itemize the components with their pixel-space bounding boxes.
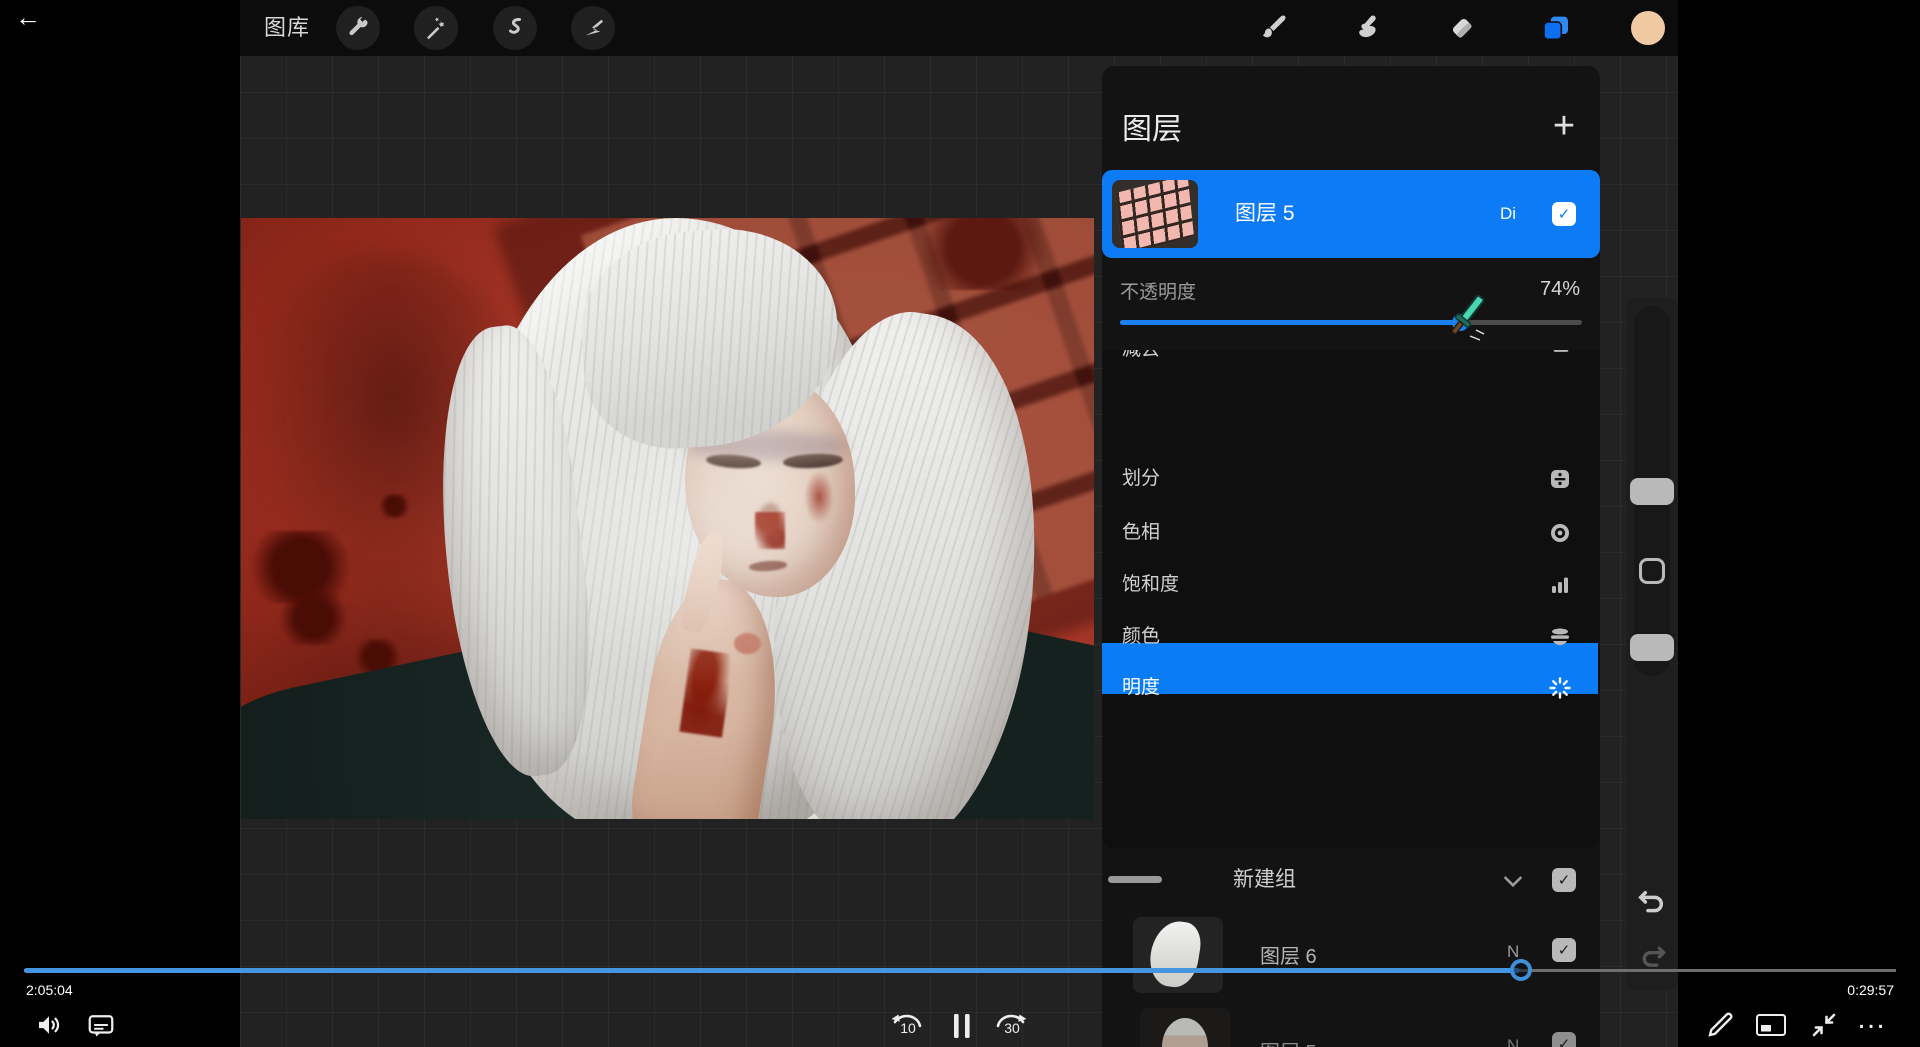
layer-thumbnail-art — [1162, 1018, 1208, 1047]
video-player: 图库 — [0, 0, 1920, 1047]
layer-thumbnail-art — [1146, 918, 1204, 991]
group-name: 新建组 — [1233, 852, 1296, 908]
layer-name: 图层 5 — [1260, 1036, 1317, 1047]
color-blend-icon — [1548, 625, 1572, 649]
procreate-toolbar: 图库 — [240, 0, 1678, 56]
blend-row-hue[interactable]: 色相 — [1102, 507, 1600, 558]
blend-mode-badge[interactable]: Di — [1500, 170, 1516, 258]
sword-cursor-icon — [1440, 290, 1492, 346]
hue-icon — [1548, 521, 1572, 545]
opacity-label: 不透明度 — [1120, 277, 1196, 304]
modify-button[interactable] — [1639, 558, 1665, 584]
forward-30-button[interactable]: 30 — [990, 1006, 1034, 1046]
group-visibility-checkbox[interactable]: ✓ — [1552, 868, 1576, 892]
forward-30-label: 30 — [990, 1020, 1034, 1036]
blend-mode-list: 减去 划分 色相 — [1102, 350, 1600, 848]
color-swatch-button[interactable] — [1626, 6, 1670, 50]
blend-row-color[interactable]: 颜色 — [1102, 611, 1600, 662]
opacity-slider[interactable] — [1120, 320, 1582, 325]
wrench-icon — [346, 16, 370, 40]
add-layer-button[interactable]: + — [1542, 106, 1586, 150]
transform-button[interactable] — [571, 6, 615, 50]
chevron-down-icon[interactable] — [1500, 868, 1526, 894]
layer-name: 图层 6 — [1260, 940, 1317, 969]
layer-thumbnail-art — [1116, 180, 1194, 248]
layers-panel: 图层 + 图层 5 Di ✓ 不透明度 74% — [1102, 66, 1600, 1047]
transform-arrow-icon — [582, 17, 604, 39]
layer-row[interactable]: 图层 6 N ✓ — [1102, 914, 1600, 994]
exit-fullscreen-button[interactable] — [1804, 1006, 1844, 1044]
seek-bar[interactable] — [24, 968, 1896, 973]
group-drag-pill — [1108, 876, 1162, 883]
gallery-button[interactable]: 图库 — [264, 0, 310, 56]
opacity-slider-fill — [1120, 320, 1460, 325]
seek-bar-progress — [24, 968, 1520, 973]
blend-row-luminosity[interactable]: 明度 — [1102, 662, 1600, 713]
layer-row-selected[interactable]: 图层 5 Di ✓ — [1102, 170, 1600, 258]
brush-icon — [1258, 13, 1288, 43]
adjustments-wand-button[interactable] — [414, 6, 458, 50]
opacity-value: 74% — [1540, 278, 1580, 301]
pip-button[interactable] — [1750, 1006, 1792, 1044]
eraser-icon — [1447, 13, 1477, 43]
seek-playhead[interactable] — [1510, 959, 1532, 981]
undo-button[interactable] — [1636, 886, 1668, 918]
actions-wrench-button[interactable] — [336, 6, 380, 50]
layer-visibility-checkbox[interactable]: ✓ — [1552, 1032, 1576, 1047]
active-color-swatch — [1631, 11, 1665, 45]
luminosity-icon — [1548, 676, 1572, 700]
magic-wand-icon — [424, 16, 448, 40]
selection-s-icon — [503, 16, 527, 40]
saturation-icon — [1548, 573, 1572, 597]
layer-visibility-checkbox[interactable]: ✓ — [1552, 938, 1576, 962]
note-pencil-button[interactable] — [1700, 1006, 1740, 1044]
blend-mode-badge[interactable]: N — [1507, 1036, 1519, 1047]
brush-size-knob[interactable] — [1630, 478, 1674, 505]
layer-thumbnail — [1133, 917, 1223, 993]
volume-button[interactable] — [30, 1008, 68, 1042]
subtract-icon — [1550, 350, 1572, 361]
divide-icon — [1548, 467, 1572, 491]
artwork-canvas[interactable] — [241, 218, 1094, 819]
layer-name: 图层 5 — [1235, 170, 1295, 258]
layer-row[interactable]: 图层 5 N ✓ — [1102, 1004, 1600, 1047]
video-content-procreate[interactable]: 图库 — [240, 0, 1678, 1047]
layers-icon — [1540, 12, 1572, 44]
pause-button[interactable] — [944, 1008, 980, 1044]
art-blood-splatter — [275, 591, 352, 645]
layers-panel-button[interactable] — [1534, 6, 1578, 50]
blend-row-divide[interactable]: 划分 — [1102, 453, 1600, 504]
elapsed-time: 2:05:04 — [26, 982, 73, 998]
smudge-finger-icon — [1353, 13, 1383, 43]
smudge-tool-button[interactable] — [1346, 6, 1390, 50]
layer-group-row[interactable]: 新建组 ✓ — [1102, 852, 1600, 908]
art-blood-splatter — [377, 494, 411, 518]
selection-button[interactable] — [493, 6, 537, 50]
blend-row-saturation[interactable]: 饱和度 — [1102, 559, 1600, 610]
art-blood-splatter — [906, 218, 1060, 290]
more-options-button[interactable]: … — [1850, 1000, 1894, 1038]
rewind-10-label: 10 — [886, 1020, 930, 1036]
remaining-time: 0:29:57 — [1847, 982, 1894, 998]
layer-thumbnail — [1140, 1008, 1230, 1047]
rewind-10-button[interactable]: 10 — [886, 1006, 930, 1046]
brush-tool-button[interactable] — [1251, 6, 1295, 50]
eraser-tool-button[interactable] — [1440, 6, 1484, 50]
blend-row-subtract[interactable]: 减去 — [1102, 350, 1600, 375]
procreate-sidebar — [1626, 298, 1678, 990]
layer-visibility-checkbox[interactable]: ✓ — [1552, 202, 1576, 226]
art-light-glow — [497, 398, 881, 699]
layers-panel-title: 图层 — [1122, 104, 1182, 148]
back-button[interactable]: ← — [10, 2, 46, 34]
brush-opacity-knob[interactable] — [1630, 634, 1674, 661]
subtitles-button[interactable] — [82, 1008, 120, 1042]
layer-thumbnail — [1112, 180, 1198, 248]
